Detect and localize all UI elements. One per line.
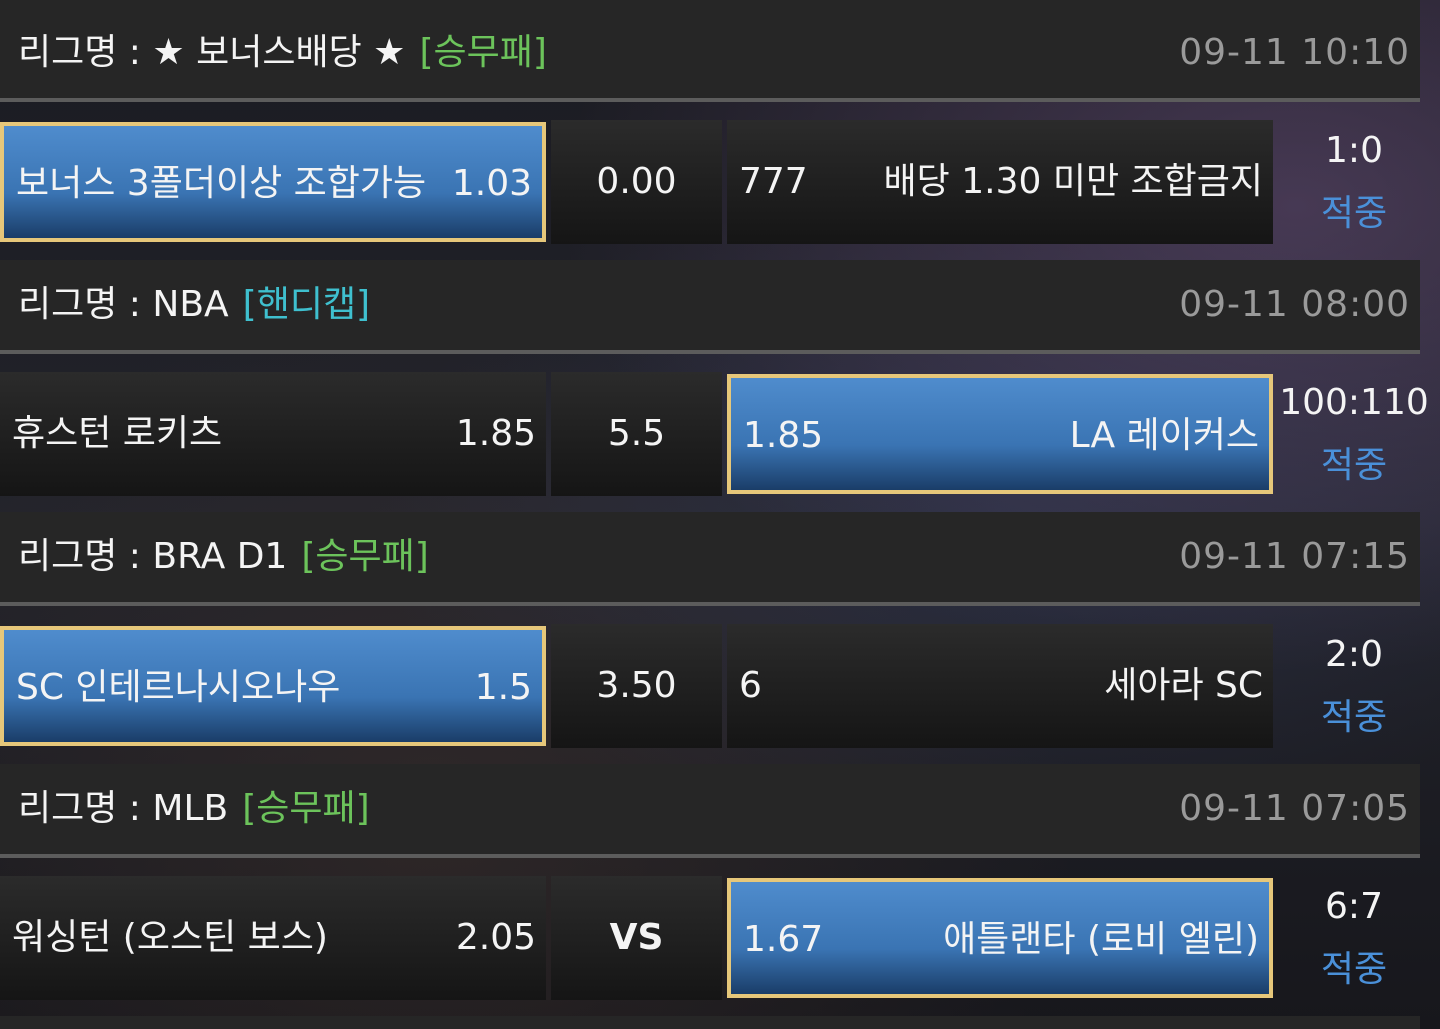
league-header: 리그명 : BRA D1 [승무패] 09-11 07:15: [0, 512, 1420, 606]
league-label: 리그명 : BRA D1 [승무패]: [18, 512, 429, 602]
bottom-divider-strip: [0, 1016, 1420, 1029]
result-status: 적중: [1320, 949, 1388, 990]
versus-label: VS: [551, 876, 722, 1000]
away-bet-button[interactable]: 777 배당 1.30 미만 조합금지: [727, 120, 1273, 244]
league-header: 리그명 : ★ 보너스배당 ★ [승무패] 09-11 10:10: [0, 8, 1420, 102]
home-bet-button[interactable]: 보너스 3폴더이상 조합가능 1.03: [0, 122, 546, 242]
match-result: 6:7 적중: [1278, 876, 1430, 1000]
home-bet-button[interactable]: SC 인테르나시오나우 1.5: [0, 626, 546, 746]
away-bet-button[interactable]: 1.85 LA 레이커스: [727, 374, 1273, 494]
home-team-name: 워싱턴 (오스틴 보스): [12, 917, 328, 958]
league-name: ★ 보너스배당 ★: [152, 32, 406, 73]
league-name: BRA D1: [152, 536, 288, 577]
match-time: 09-11 08:00: [1179, 284, 1410, 325]
result-status: 적중: [1320, 193, 1388, 234]
home-team-name: SC 인테르나시오나우: [16, 667, 341, 708]
league-prefix: 리그명 :: [18, 536, 153, 577]
match-time: 09-11 07:05: [1179, 788, 1410, 829]
league-prefix: 리그명 :: [18, 788, 153, 829]
final-score: 2:0: [1325, 634, 1383, 675]
match-time: 09-11 07:15: [1179, 536, 1410, 577]
home-odds: 1.5: [474, 667, 532, 708]
away-bet-button[interactable]: 1.67 애틀랜타 (로비 엘린): [727, 878, 1273, 998]
match-time: 09-11 10:10: [1179, 32, 1410, 73]
away-odds: 777: [739, 161, 808, 202]
away-odds: 6: [739, 665, 762, 706]
match-row: 휴스턴 로키츠 1.85 5.5 1.85 LA 레이커스 100:110 적중: [0, 372, 1440, 496]
home-team-name: 보너스 3폴더이상 조합가능: [16, 163, 427, 204]
away-team-name: 애틀랜타 (로비 엘린): [943, 919, 1259, 960]
result-status: 적중: [1320, 445, 1388, 486]
league-name: NBA: [152, 284, 229, 325]
match-result: 1:0 적중: [1278, 120, 1430, 244]
home-odds: 1.03: [451, 163, 532, 204]
bet-type-tag: [핸디캡]: [242, 284, 371, 325]
home-bet-button[interactable]: 워싱턴 (오스틴 보스) 2.05: [0, 876, 546, 1000]
match-result: 2:0 적중: [1278, 624, 1430, 748]
away-team-name: LA 레이커스: [1069, 415, 1259, 456]
bet-type-tag: [승무패]: [242, 788, 370, 829]
home-bet-button[interactable]: 휴스턴 로키츠 1.85: [0, 372, 546, 496]
home-odds: 2.05: [455, 917, 536, 958]
draw-handicap-cell[interactable]: 0.00: [551, 120, 722, 244]
league-header: 리그명 : NBA [핸디캡] 09-11 08:00: [0, 260, 1420, 354]
match-result: 100:110 적중: [1278, 372, 1430, 496]
away-team-name: 배당 1.30 미만 조합금지: [883, 161, 1263, 202]
league-header: 리그명 : MLB [승무패] 09-11 07:05: [0, 764, 1420, 858]
bet-type-tag: [승무패]: [419, 32, 547, 73]
league-name: MLB: [152, 788, 229, 829]
result-status: 적중: [1320, 697, 1388, 738]
home-team-name: 휴스턴 로키츠: [12, 413, 223, 454]
match-row: 워싱턴 (오스틴 보스) 2.05 VS 1.67 애틀랜타 (로비 엘린) 6…: [0, 876, 1440, 1000]
league-label: 리그명 : NBA [핸디캡]: [18, 260, 370, 350]
league-label: 리그명 : MLB [승무패]: [18, 764, 370, 854]
league-prefix: 리그명 :: [18, 284, 153, 325]
away-odds: 1.67: [743, 919, 824, 960]
match-row: 보너스 3폴더이상 조합가능 1.03 0.00 777 배당 1.30 미만 …: [0, 120, 1440, 244]
league-label: 리그명 : ★ 보너스배당 ★ [승무패]: [18, 8, 547, 98]
away-bet-button[interactable]: 6 세아라 SC: [727, 624, 1273, 748]
final-score: 1:0: [1325, 130, 1383, 171]
away-team-name: 세아라 SC: [1104, 665, 1263, 706]
league-prefix: 리그명 :: [18, 32, 153, 73]
final-score: 6:7: [1325, 886, 1383, 927]
top-divider-strip: [0, 0, 1420, 8]
match-row: SC 인테르나시오나우 1.5 3.50 6 세아라 SC 2:0 적중: [0, 624, 1440, 748]
bet-type-tag: [승무패]: [301, 536, 429, 577]
away-odds: 1.85: [743, 415, 824, 456]
draw-handicap-cell[interactable]: 5.5: [551, 372, 722, 496]
home-odds: 1.85: [455, 413, 536, 454]
draw-handicap-cell[interactable]: 3.50: [551, 624, 722, 748]
final-score: 100:110: [1279, 382, 1429, 423]
